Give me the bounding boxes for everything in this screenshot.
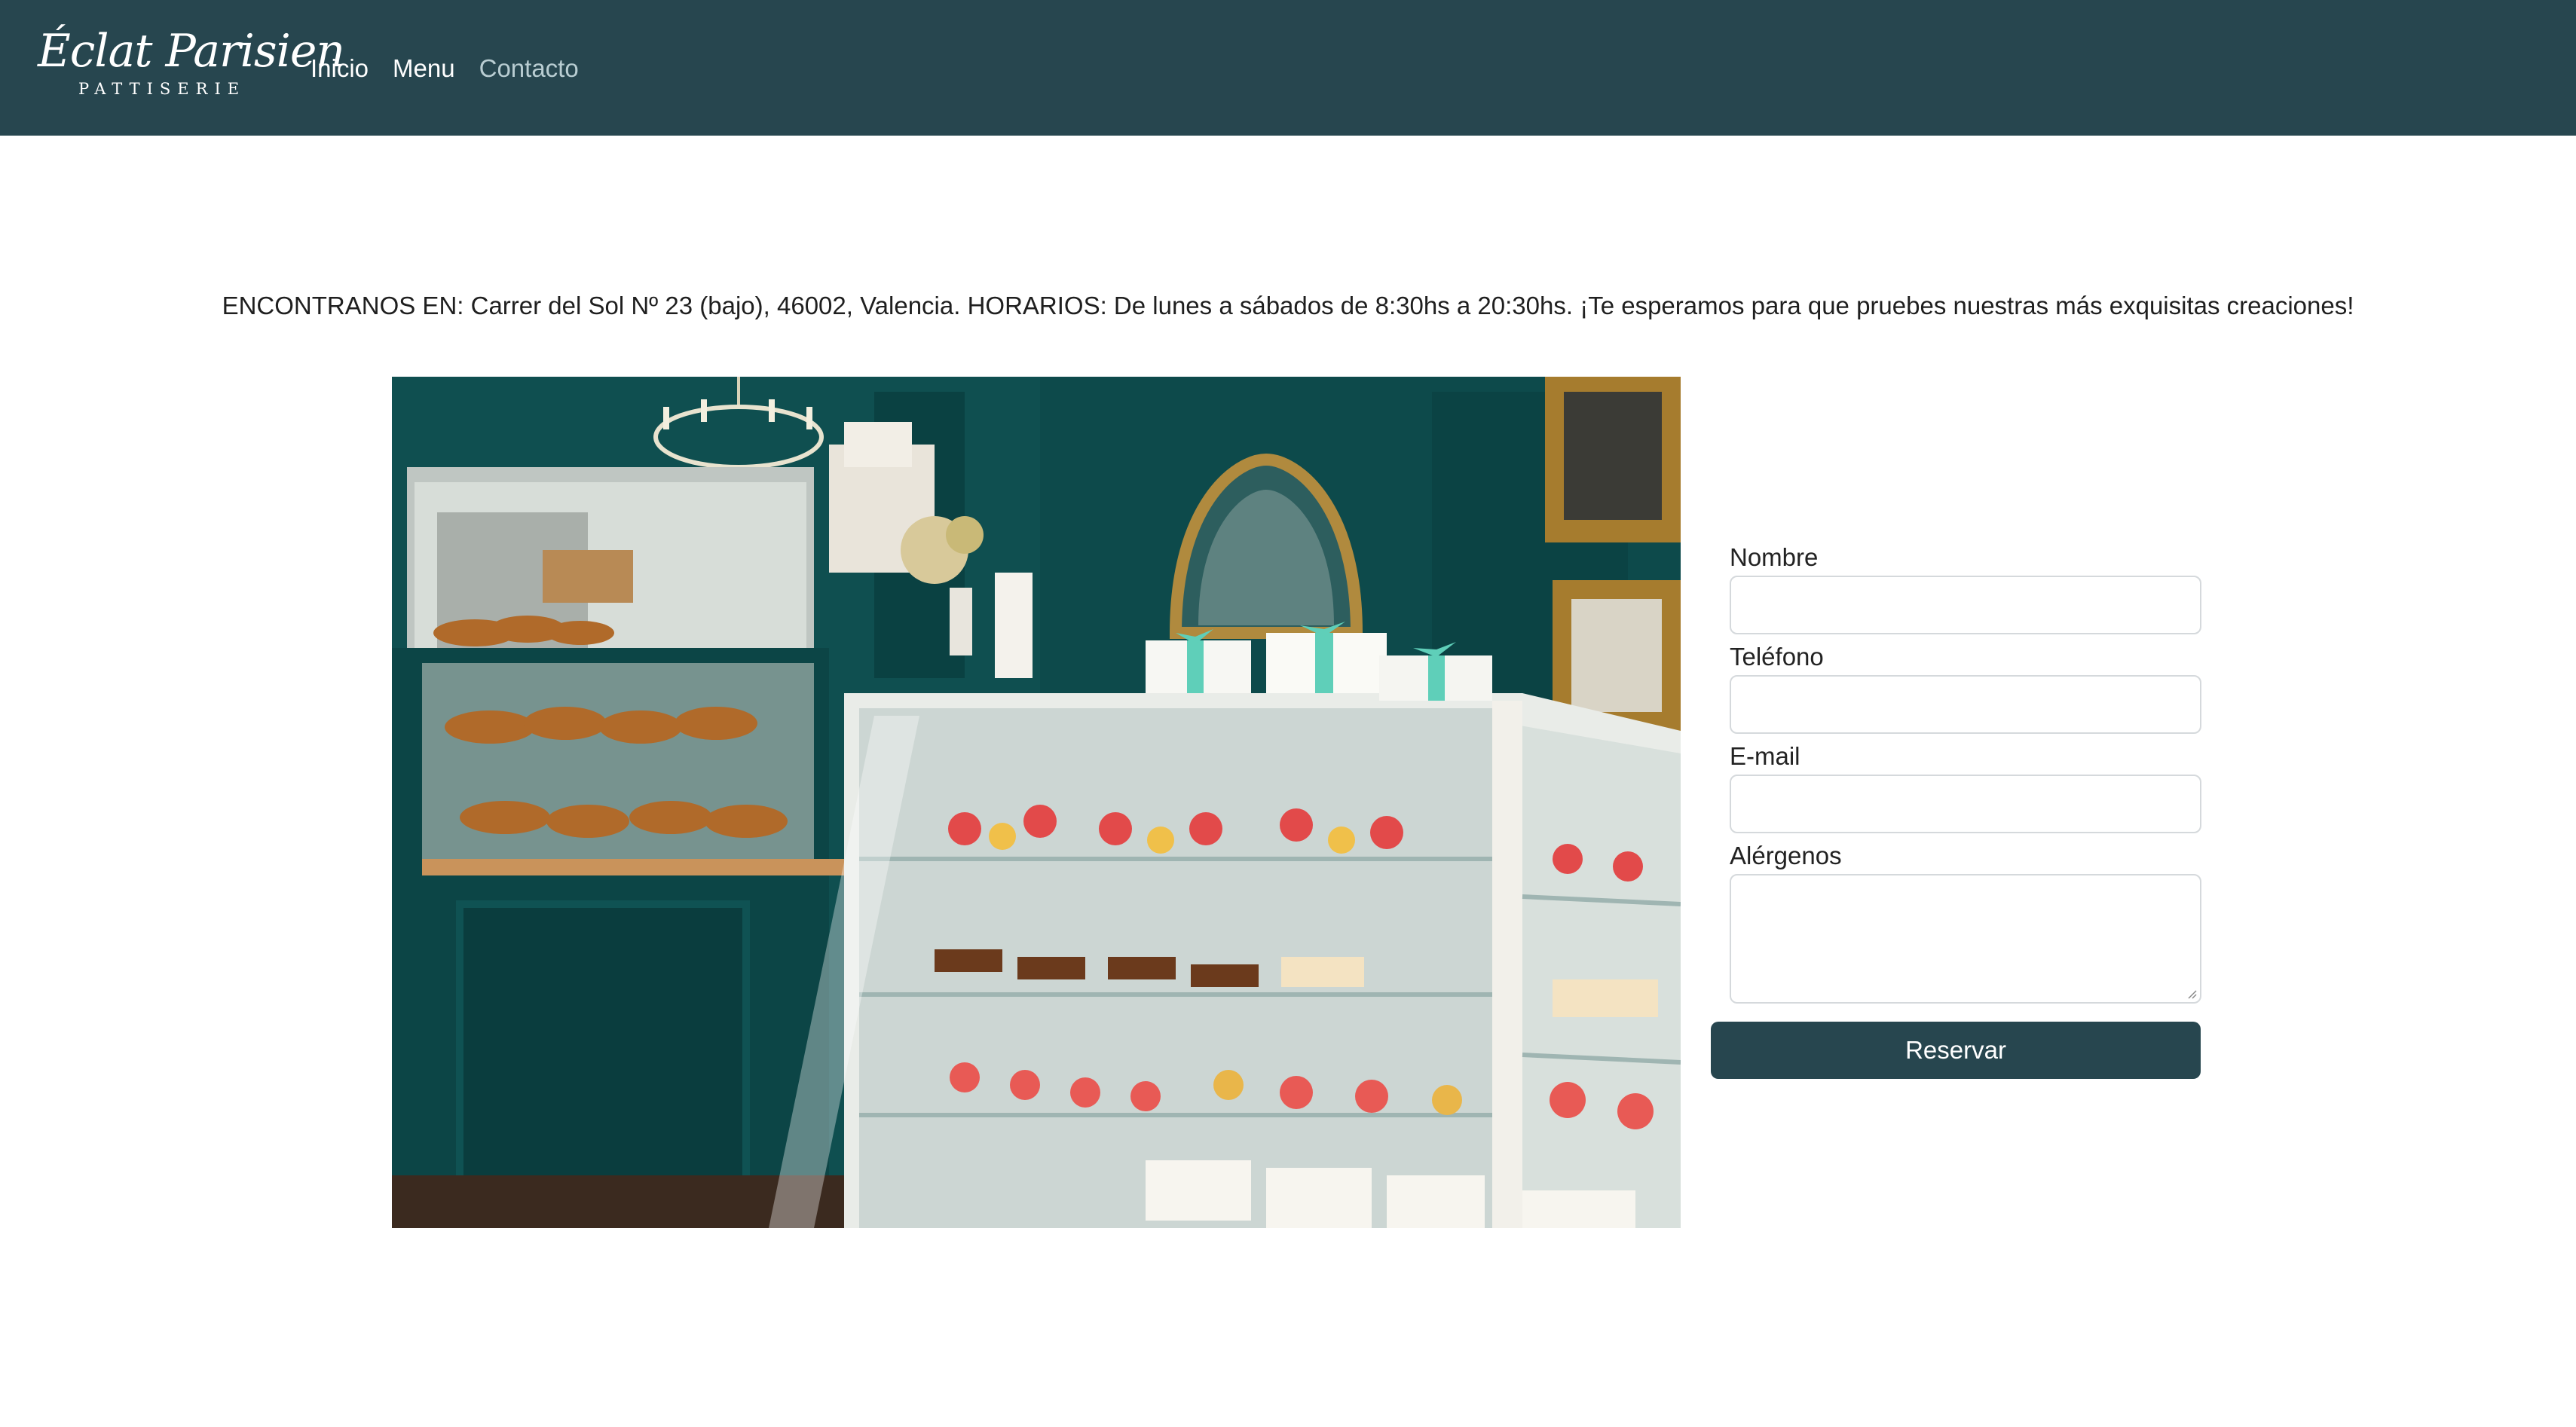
brand-logo[interactable]: Éclat Parisien PATTISERIE <box>38 29 345 104</box>
telefono-input[interactable] <box>1730 675 2201 734</box>
reservation-form: Nombre Teléfono E-mail Alérgenos Reserva… <box>1711 541 2201 1079</box>
field-email: E-mail <box>1711 740 2201 833</box>
nav-link-menu[interactable]: Menu <box>393 51 455 86</box>
alergenos-label: Alérgenos <box>1730 842 1842 869</box>
main-nav: Inicio Menu Contacto <box>311 51 579 86</box>
email-label: E-mail <box>1730 742 1800 770</box>
nombre-input[interactable] <box>1730 576 2201 634</box>
field-alergenos: Alérgenos <box>1711 839 2201 1004</box>
field-telefono: Teléfono <box>1711 640 2201 734</box>
field-nombre: Nombre <box>1711 541 2201 634</box>
location-hours-text: ENCONTRANOS EN: Carrer del Sol Nº 23 (ba… <box>222 292 2354 319</box>
reservar-button[interactable]: Reservar <box>1711 1022 2201 1079</box>
email-input[interactable] <box>1730 775 2201 833</box>
shop-interior-photo <box>392 377 1681 1228</box>
brand-logo-script: Éclat Parisien <box>38 25 345 78</box>
nombre-label: Nombre <box>1730 543 1819 571</box>
telefono-label: Teléfono <box>1730 643 1824 671</box>
resize-grip-icon[interactable] <box>2186 989 2197 999</box>
brand-logo-subtitle: PATTISERIE <box>78 80 246 98</box>
nav-link-contacto[interactable]: Contacto <box>479 51 579 86</box>
navbar: Éclat Parisien PATTISERIE Inicio Menu Co… <box>0 0 2576 136</box>
alergenos-textarea[interactable] <box>1730 874 2201 1004</box>
nav-link-inicio[interactable]: Inicio <box>311 51 369 86</box>
